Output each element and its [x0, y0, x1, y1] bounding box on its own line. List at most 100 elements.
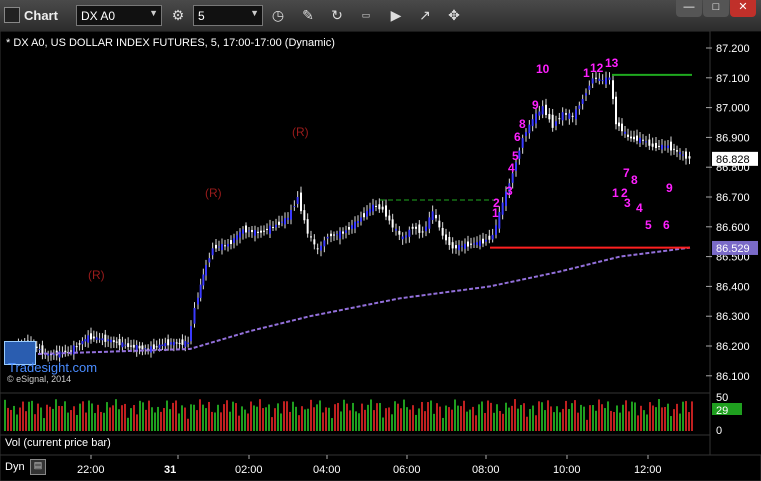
clock-icon[interactable]: ◷ — [267, 5, 289, 26]
candle-body — [303, 210, 306, 221]
minimize-button[interactable]: — — [676, 0, 702, 17]
close-button[interactable]: ✕ — [730, 0, 756, 17]
price-tick-label: 87.200 — [716, 43, 750, 55]
candle-body — [661, 144, 663, 150]
volume-bar — [241, 406, 243, 431]
volume-bar — [478, 404, 480, 431]
volume-bar — [559, 412, 561, 431]
volume-bar — [379, 402, 381, 431]
volume-bar — [682, 401, 684, 431]
candle-body — [333, 234, 335, 236]
time-axis-label: 08:00 — [472, 464, 500, 476]
candle-body — [95, 337, 98, 340]
volume-bar — [673, 409, 675, 431]
volume-bar — [394, 401, 396, 431]
volume-bar — [112, 405, 114, 431]
volume-bar — [679, 413, 681, 431]
volume-bar — [256, 406, 258, 431]
session-icon[interactable]: ▤ — [30, 459, 46, 475]
volume-bar — [31, 400, 33, 431]
volume-bar — [553, 412, 555, 431]
interval-input[interactable]: 5 ▼ — [193, 5, 263, 26]
candle-body — [578, 105, 581, 109]
volume-bar — [496, 404, 498, 431]
volume-bar — [91, 403, 93, 431]
chart-app-icon — [4, 7, 20, 23]
candle-body — [571, 115, 574, 117]
price-chart[interactable]: 87.20087.10087.00086.90086.80086.70086.6… — [0, 31, 761, 481]
volume-bar — [658, 399, 660, 431]
candle-body — [448, 236, 451, 246]
volume-bar — [304, 409, 306, 431]
symbol-input[interactable]: DX A0 ▼ — [76, 5, 162, 26]
volume-bar — [202, 404, 204, 431]
dyn-label: Dyn — [5, 461, 25, 473]
candle-body — [175, 342, 178, 344]
play-icon[interactable]: ▶ — [385, 5, 407, 26]
copyright-text: © eSignal, 2014 — [7, 374, 72, 384]
candle-body — [172, 341, 175, 346]
candle-body — [75, 346, 78, 348]
volume-bar — [193, 404, 195, 431]
candle-body — [491, 234, 494, 240]
volume-bar — [475, 415, 477, 431]
refresh-icon[interactable]: ↻ — [326, 5, 348, 26]
volume-bar — [637, 415, 639, 431]
volume-bar — [70, 410, 72, 431]
volume-bar — [643, 410, 645, 431]
candle-body — [588, 85, 591, 90]
candle-body — [132, 344, 135, 348]
candle-body — [215, 244, 217, 249]
candle-body — [633, 136, 635, 140]
count-label: 6 — [514, 130, 521, 144]
candle-body — [676, 150, 678, 152]
volume-bar — [151, 407, 153, 431]
chevron-down-icon[interactable]: ▼ — [250, 8, 259, 18]
volume-bar — [4, 399, 6, 431]
cursor-icon[interactable]: ▭ — [355, 5, 377, 26]
candle-body — [269, 225, 271, 234]
volume-bar — [385, 408, 387, 431]
candle-body — [233, 238, 235, 243]
volume-bar — [688, 412, 690, 431]
candle-body — [199, 284, 202, 298]
maximize-button[interactable]: □ — [703, 0, 729, 17]
candle-body — [381, 206, 384, 210]
chevron-down-icon[interactable]: ▼ — [149, 8, 158, 18]
r-annotation: (R) — [292, 125, 309, 139]
volume-bar — [610, 410, 612, 431]
volume-bar — [196, 410, 198, 431]
price-panel — [0, 31, 711, 394]
candle-body — [482, 238, 484, 244]
count-label: 8 — [631, 173, 638, 187]
logo-text[interactable]: Tradesight.com — [8, 360, 97, 375]
volume-bar — [544, 410, 546, 431]
pencil-icon[interactable]: ✎ — [297, 5, 319, 26]
candle-body — [495, 225, 497, 235]
candle-body — [682, 154, 684, 156]
draw-tool-icon[interactable]: ↗ — [414, 5, 436, 26]
candle-body — [451, 242, 454, 249]
volume-bar — [76, 414, 78, 431]
volume-bar — [400, 408, 402, 431]
volume-bar — [121, 405, 123, 431]
candle-body — [378, 204, 381, 210]
candle-body — [591, 78, 594, 84]
zoom-icon[interactable]: ✥ — [443, 5, 465, 26]
candle-body — [84, 339, 87, 342]
candle-body — [152, 344, 155, 350]
volume-bar — [292, 401, 294, 431]
candle-body — [531, 119, 534, 127]
volume-bar — [280, 413, 282, 431]
candle-body — [316, 248, 319, 250]
candle-body — [348, 227, 350, 230]
candle-body — [284, 218, 286, 225]
candle-body — [245, 225, 247, 233]
candle-body — [251, 229, 253, 233]
volume-bar — [271, 417, 273, 431]
volume-bar — [442, 417, 444, 431]
candle-body — [92, 336, 95, 339]
gear-icon[interactable]: ⚙ — [167, 5, 189, 26]
volume-bar — [106, 402, 108, 431]
candle-body — [130, 345, 132, 347]
